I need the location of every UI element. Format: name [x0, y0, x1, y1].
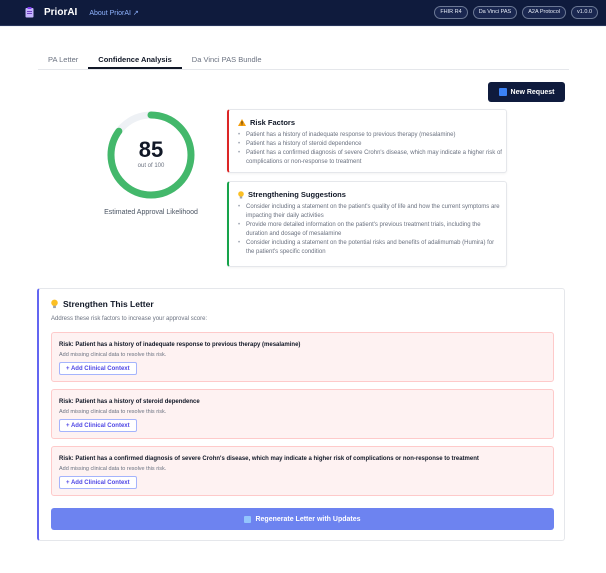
lightbulb-icon — [238, 190, 244, 198]
badge-version: v1.0.0 — [571, 6, 598, 19]
strengthen-subtitle: Address these risk factors to increase y… — [51, 316, 208, 322]
risk-item-title: Risk: Patient has a confirmed diagnosis … — [59, 456, 479, 462]
list-item: Patient has a history of inadequate resp… — [238, 131, 503, 140]
approval-gauge: 85 out of 100 — [106, 110, 196, 200]
list-item: Patient has a history of steroid depende… — [238, 140, 503, 149]
add-clinical-context-button[interactable]: + Add Clinical Context — [59, 419, 137, 432]
strengthen-title: Strengthen This Letter — [51, 299, 154, 309]
strengthen-letter-panel: Strengthen This Letter Address these ris… — [37, 288, 565, 541]
risk-factors-heading: Risk Factors — [250, 118, 296, 127]
strengthening-list: Consider including a statement on the pa… — [238, 203, 503, 257]
strengthening-heading: Strengthening Suggestions — [248, 190, 346, 199]
risk-item-note: Add missing clinical data to resolve thi… — [59, 409, 167, 415]
list-item: Provide more detailed information on the… — [238, 221, 503, 239]
top-navigation-bar: PriorAI About PriorAI ↗ FHIR R4 Da Vinci… — [0, 0, 606, 26]
tab-confidence-analysis[interactable]: Confidence Analysis — [88, 48, 182, 69]
list-item: Consider including a statement on the pa… — [238, 203, 503, 221]
risk-item-title: Risk: Patient has a history of steroid d… — [59, 399, 200, 405]
new-request-button[interactable]: New Request — [488, 82, 565, 102]
regenerate-label: Regenerate Letter with Updates — [255, 515, 361, 523]
lightbulb-icon — [51, 299, 58, 309]
risk-item: Risk: Patient has a history of inadequat… — [51, 332, 554, 382]
list-item: Consider including a statement on the po… — [238, 239, 503, 257]
tab-davinci-pas-bundle[interactable]: Da Vinci PAS Bundle — [182, 48, 272, 69]
risk-item: Risk: Patient has a confirmed diagnosis … — [51, 446, 554, 496]
refresh-icon — [244, 515, 252, 523]
gauge-caption: Estimated Approval Likelihood — [104, 209, 198, 216]
risk-factors-list: Patient has a history of inadequate resp… — [238, 131, 503, 167]
risk-factors-card: Risk Factors Patient has a history of in… — [227, 109, 507, 173]
gauge-out-of: out of 100 — [137, 163, 165, 169]
warning-icon — [238, 119, 246, 126]
strengthening-suggestions-card: Strengthening Suggestions Consider inclu… — [227, 181, 507, 267]
tab-pa-letter[interactable]: PA Letter — [38, 48, 88, 69]
list-item: Patient has a confirmed diagnosis of sev… — [238, 149, 503, 167]
strengthening-title: Strengthening Suggestions — [238, 190, 346, 199]
tab-bar: PA Letter Confidence Analysis Da Vinci P… — [38, 48, 569, 70]
protocol-badges: FHIR R4 Da Vinci PAS A2A Protocol v1.0.0 — [434, 6, 598, 19]
new-request-label: New Request — [510, 88, 555, 96]
badge-davinci: Da Vinci PAS — [472, 6, 518, 19]
add-clinical-context-button[interactable]: + Add Clinical Context — [59, 362, 137, 375]
risk-item: Risk: Patient has a history of steroid d… — [51, 389, 554, 439]
badge-a2a: A2A Protocol — [522, 6, 567, 19]
strengthen-heading: Strengthen This Letter — [63, 299, 154, 309]
add-clinical-context-button[interactable]: + Add Clinical Context — [59, 476, 137, 489]
logo-clipboard-icon — [25, 7, 34, 18]
badge-fhir: FHIR R4 — [434, 6, 468, 19]
risk-factors-title: Risk Factors — [238, 118, 295, 127]
risk-item-title: Risk: Patient has a history of inadequat… — [59, 342, 301, 348]
refresh-icon — [498, 88, 507, 96]
about-link[interactable]: About PriorAI ↗ — [89, 9, 138, 17]
risk-item-note: Add missing clinical data to resolve thi… — [59, 352, 167, 358]
gauge-score: 85 — [138, 137, 164, 162]
risk-item-note: Add missing clinical data to resolve thi… — [59, 466, 167, 472]
brand-name: PriorAI — [44, 7, 78, 18]
main-content: PA Letter Confidence Analysis Da Vinci P… — [0, 27, 606, 573]
regenerate-letter-button[interactable]: Regenerate Letter with Updates — [51, 508, 554, 530]
